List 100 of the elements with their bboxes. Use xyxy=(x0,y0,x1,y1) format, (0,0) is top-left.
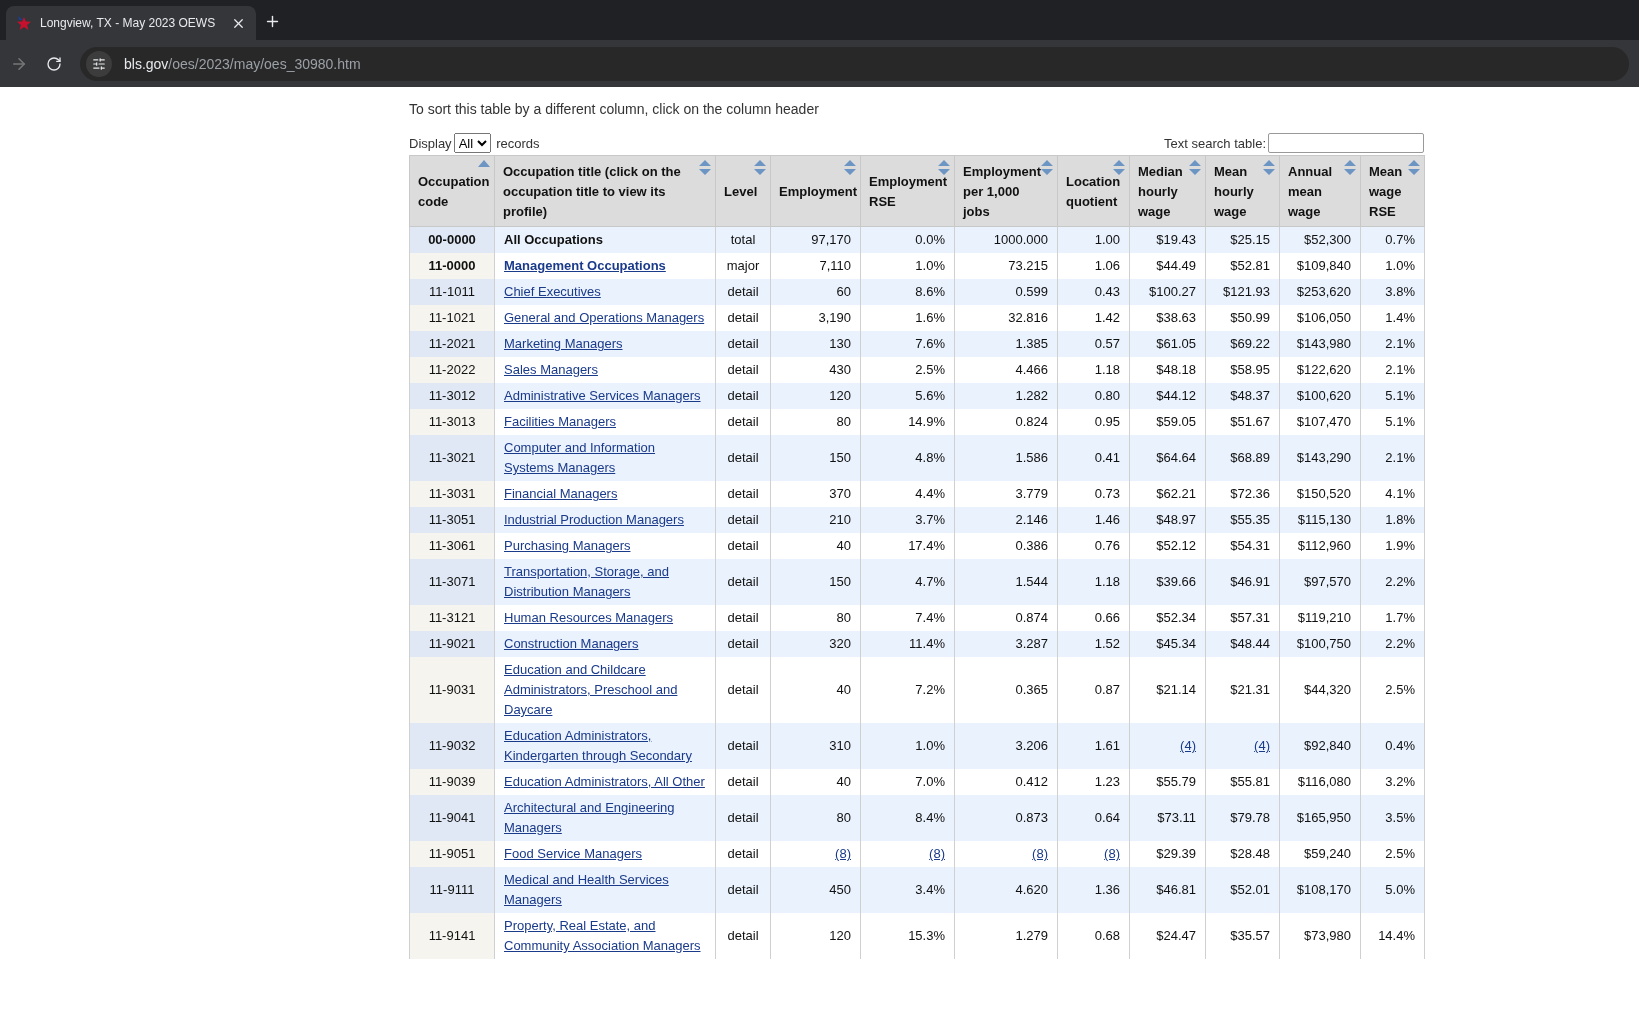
table-cell: $73,980 xyxy=(1304,928,1351,943)
column-header[interactable]: Occupation code xyxy=(409,155,495,227)
column-header[interactable]: Location quotient xyxy=(1057,155,1130,227)
table-cell: $112,960 xyxy=(1297,538,1351,553)
table-cell: 310 xyxy=(829,738,851,753)
table-cell: 2.5% xyxy=(1385,846,1415,861)
table-cell: $55.79 xyxy=(1156,774,1196,789)
table-cell: $100,620 xyxy=(1296,388,1351,403)
column-header[interactable]: Level xyxy=(715,155,771,227)
table-cell: $48.97 xyxy=(1156,512,1196,527)
table-cell: 97,170 xyxy=(811,232,851,247)
table-cell: 0.41 xyxy=(1094,450,1120,465)
occupation-link[interactable]: Sales Managers xyxy=(504,360,598,380)
table-cell: 210 xyxy=(829,512,851,527)
column-header[interactable]: Employment xyxy=(770,155,861,227)
table-cell: 11-3031 xyxy=(428,486,476,501)
table-cell: $51.67 xyxy=(1230,414,1270,429)
column-header[interactable]: Median hourly wage xyxy=(1129,155,1206,227)
table-cell: $97,570 xyxy=(1304,574,1351,589)
table-cell: $59.05 xyxy=(1156,414,1196,429)
occupation-link[interactable]: Property, Real Estate, and Community Association Managers xyxy=(504,916,706,956)
table-cell: 11-2021 xyxy=(428,336,476,351)
column-header[interactable]: Mean hourly wage xyxy=(1205,155,1280,227)
table-cell: 11-3012 xyxy=(428,388,476,403)
footnote-link[interactable]: (4) xyxy=(1180,736,1196,756)
occupation-link[interactable]: Facilities Managers xyxy=(504,412,616,432)
table-cell: 1.544 xyxy=(1015,574,1048,589)
table-cell: 2.1% xyxy=(1385,336,1415,351)
footnote-link[interactable]: (4) xyxy=(1254,736,1270,756)
table-cell: 150 xyxy=(829,574,851,589)
records-label: records xyxy=(495,135,540,151)
table-cell: $119,210 xyxy=(1297,610,1351,625)
table-cell: $50.99 xyxy=(1230,310,1270,325)
table-cell: 3.779 xyxy=(1015,486,1048,501)
table-cell: 40 xyxy=(836,538,851,553)
column-header[interactable]: Mean wage RSE xyxy=(1360,155,1425,227)
table-cell: 11.4% xyxy=(909,636,945,651)
table-cell: $150,520 xyxy=(1296,486,1351,501)
table-cell: 11-3013 xyxy=(428,414,476,429)
table-cell: detail xyxy=(727,362,759,377)
table-cell: detail xyxy=(727,450,759,465)
table-cell: $24.47 xyxy=(1156,928,1196,943)
reload-icon[interactable] xyxy=(46,55,62,72)
search-field[interactable] xyxy=(1268,133,1424,153)
footnote-link[interactable]: (8) xyxy=(1032,844,1048,864)
table-cell: 11-9039 xyxy=(428,774,476,789)
table-cell: 4.466 xyxy=(1015,362,1048,377)
table-cell: $21.31 xyxy=(1230,682,1270,697)
table-cell: $143,290 xyxy=(1296,450,1351,465)
table-cell: 0.68 xyxy=(1094,928,1120,943)
table-cell: 0.80 xyxy=(1094,388,1120,403)
site-settings-icon[interactable] xyxy=(86,50,112,77)
table-cell: 1.0% xyxy=(915,738,945,753)
table-cell: 40 xyxy=(836,682,851,697)
table-cell: 7.6% xyxy=(915,336,945,351)
footnote-link[interactable]: (8) xyxy=(835,844,851,864)
table-cell: 4.7% xyxy=(915,574,945,589)
occupation-link[interactable]: Education and Childcare Administrators, Preschool and Daycare xyxy=(504,660,706,720)
occupation-link[interactable]: Food Service Managers xyxy=(504,844,642,864)
occupation-link[interactable]: Education Administrators, All Other xyxy=(504,772,705,792)
table-cell: 320 xyxy=(829,636,851,651)
table-cell: 80 xyxy=(836,810,851,825)
table-cell: 0.874 xyxy=(1015,610,1048,625)
table-cell: 1.23 xyxy=(1094,774,1120,789)
footnote-link[interactable]: (8) xyxy=(929,844,945,864)
table-cell: $48.18 xyxy=(1156,362,1196,377)
column-header[interactable]: Employment RSE xyxy=(860,155,955,227)
table-cell: 00-0000 xyxy=(428,232,476,247)
table-cell: 7.2% xyxy=(915,682,945,697)
occupation-link[interactable]: Human Resources Managers xyxy=(504,608,674,628)
search-label: Text search table: xyxy=(1164,135,1266,151)
column-header[interactable]: Occupation title (click on the occupation title to view its profile) xyxy=(494,155,716,227)
table-cell: 8.6% xyxy=(915,284,945,299)
display-label: Display xyxy=(409,135,452,151)
occupation-link[interactable]: Management Occupations xyxy=(504,256,666,276)
column-header[interactable]: Annual mean wage xyxy=(1279,155,1361,227)
url-text[interactable]: bls.gov/oes/2023/may/oes_30980.htm xyxy=(124,55,361,72)
table-cell: 5.1% xyxy=(1385,414,1415,429)
table-cell: $92,840 xyxy=(1304,738,1351,753)
table-cell: detail xyxy=(727,738,759,753)
footnote-link[interactable]: (8) xyxy=(1104,844,1120,864)
table-cell: 4.620 xyxy=(1015,882,1048,897)
table-cell: 11-3061 xyxy=(428,538,476,553)
occupation-link[interactable]: General and Operations Managers xyxy=(504,308,705,328)
occupation-link[interactable]: Financial Managers xyxy=(504,484,618,504)
table-cell: $68.89 xyxy=(1230,450,1270,465)
table-cell: 11-1021 xyxy=(428,310,476,325)
table-cell: 2.5% xyxy=(1385,682,1415,697)
table-cell: detail xyxy=(727,284,759,299)
flag-star-icon xyxy=(16,15,32,31)
table-cell: detail xyxy=(727,846,759,861)
table-cell: 5.6% xyxy=(915,388,945,403)
occupation-link[interactable]: Purchasing Managers xyxy=(504,536,631,556)
table-cell: 3.5% xyxy=(1385,810,1415,825)
column-header[interactable]: Employment per 1,000 jobs xyxy=(954,155,1058,227)
records-select[interactable]: All xyxy=(453,133,491,153)
table-cell: 11-3071 xyxy=(428,574,476,589)
table-cell: $100.27 xyxy=(1149,284,1196,299)
table-cell: 11-2022 xyxy=(428,362,476,377)
table-cell: 11-3121 xyxy=(428,610,476,625)
